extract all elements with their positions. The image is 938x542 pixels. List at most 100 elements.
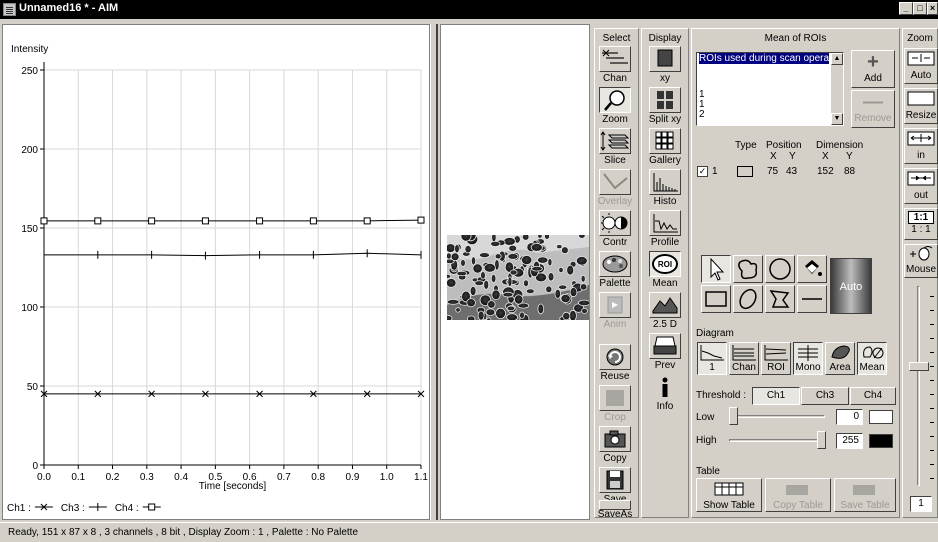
tool-split-xy-label: Split xy — [648, 114, 682, 125]
diagram-button-chan[interactable]: Chan — [729, 342, 759, 375]
maximize-button[interactable]: □ — [913, 2, 927, 15]
series-line-ch3 — [44, 252, 422, 257]
scroll-down-arrow-icon[interactable]: ▼ — [831, 113, 843, 125]
zoom-mouse-button[interactable]: Mouse — [904, 244, 938, 278]
diagram-button-roi[interactable]: ROI — [761, 342, 791, 375]
y-axis-label: Intensity — [11, 44, 48, 55]
roi-list-scrollbar[interactable]: ▲ ▼ — [831, 53, 843, 125]
x-tick-label: 0.9 — [346, 472, 360, 483]
tool-histo[interactable]: Histo — [647, 169, 683, 209]
remove-roi-button[interactable]: — Remove — [851, 90, 895, 128]
show-table-button[interactable]: Show Table — [696, 478, 762, 512]
zoom-value-field[interactable]: 1 — [910, 496, 932, 512]
scroll-up-arrow-icon[interactable]: ▲ — [831, 53, 843, 65]
fill-bucket-icon[interactable] — [797, 255, 827, 283]
channels-icon — [599, 46, 631, 72]
close-button[interactable]: × — [927, 2, 938, 15]
copy-table-label: Copy Table — [773, 500, 823, 511]
zoom-resize-button[interactable]: Resize — [904, 88, 938, 124]
zoom-in-label: in — [917, 150, 925, 161]
roi-list[interactable]: ROIs used during scan operati 1 1 2 ▲ ▼ — [696, 52, 844, 126]
threshold-tab-ch3[interactable]: Ch3 — [801, 387, 849, 405]
diagram-mean-icon — [863, 346, 884, 359]
high-slider-thumb[interactable] — [817, 431, 826, 449]
tool-gallery[interactable]: Gallery — [647, 128, 683, 168]
tool-crop-label: Crop — [604, 412, 626, 423]
diagram-button-mean[interactable]: Mean — [857, 342, 887, 375]
high-color-swatch[interactable] — [869, 434, 893, 448]
zoom-slider-tick — [930, 352, 934, 353]
tool-overlay[interactable]: Overlay — [597, 169, 633, 209]
tool-split-xy[interactable]: Split xy — [647, 87, 683, 127]
zoom-out-icon — [907, 171, 935, 186]
zoom-slider-tick — [930, 338, 934, 339]
roi-list-item[interactable]: 2 — [699, 109, 705, 120]
tool-2-5d[interactable]: 2.5 D — [647, 292, 683, 332]
status-text: Ready, 151 x 87 x 8 , 3 channels , 8 bit… — [8, 527, 358, 538]
diagram-button-mono[interactable]: Mono — [793, 342, 823, 375]
diagram-button-area[interactable]: Area — [825, 342, 855, 375]
tool-zoom[interactable]: Zoom — [597, 87, 633, 127]
tool-copy[interactable]: Copy — [597, 426, 633, 466]
tool-info-label: Info — [656, 401, 674, 412]
intensity-chart: 0501001502002500.0 0.1 0.2 0.3 0.4 0.5 0.6 0.7 0… — [7, 44, 428, 514]
save-table-button[interactable]: Save Table — [834, 478, 896, 512]
copy-table-icon — [786, 485, 808, 495]
tool-chan-label: Chan — [603, 73, 627, 84]
freehand-closed-icon[interactable] — [733, 255, 763, 283]
zoom-resize-label: Resize — [905, 110, 937, 121]
zoom-in-icon — [907, 131, 935, 146]
arrow-pointer-icon[interactable] — [701, 255, 731, 283]
roi-dim-y: 88 — [844, 166, 856, 177]
tool-chan[interactable]: Chan — [597, 46, 633, 86]
tool-info[interactable]: Info — [647, 374, 683, 414]
polygon-tool-icon[interactable] — [765, 285, 795, 313]
auto-roi-button[interactable]: Auto — [830, 258, 872, 314]
threshold-tab-ch4[interactable]: Ch4 — [850, 387, 896, 405]
info-icon — [649, 374, 681, 400]
high-value-field[interactable]: 255 — [836, 433, 863, 449]
rectangle-tool-icon[interactable] — [701, 285, 731, 313]
low-color-swatch[interactable] — [869, 410, 893, 424]
low-slider-thumb[interactable] — [729, 407, 738, 425]
zoom-1-1-button[interactable]: 1:1 1 : 1 — [904, 208, 938, 240]
roi-checkbox[interactable]: ✓ — [697, 166, 708, 177]
microscope-image[interactable] — [447, 235, 589, 320]
tool-contr[interactable]: Contr — [597, 210, 633, 250]
diagram-button-chan-label: Chan — [732, 362, 756, 373]
high-slider-track[interactable] — [729, 439, 825, 442]
zoom-slider-track[interactable] — [917, 286, 920, 486]
copy-table-button[interactable]: Copy Table — [765, 478, 831, 512]
tool-xy-label: xy — [660, 73, 670, 84]
tool-prev[interactable]: Prev — [647, 333, 683, 373]
zoom-auto-button[interactable]: Auto — [904, 48, 938, 84]
tool-mean[interactable]: ROI Mean — [647, 251, 683, 291]
zoom-out-button[interactable]: out — [904, 168, 938, 204]
tool-profile-label: Profile — [650, 237, 680, 248]
tool-slice[interactable]: Slice — [597, 128, 633, 168]
threshold-tab-ch1[interactable]: Ch1 — [752, 387, 800, 405]
diagram-button-1[interactable]: 1 — [697, 342, 727, 375]
tool-reuse-label: Reuse — [600, 371, 630, 382]
zoom-slider-thumb[interactable] — [909, 362, 929, 371]
tool-palette[interactable]: Palette — [597, 251, 633, 291]
add-roi-button[interactable]: + Add — [851, 50, 895, 88]
pane-splitter[interactable] — [430, 24, 438, 520]
minimize-button[interactable]: _ — [899, 2, 913, 15]
zoom-in-button[interactable]: in — [904, 128, 938, 164]
ellipse-tool-icon[interactable] — [733, 285, 763, 313]
line-tool-icon[interactable] — [797, 285, 827, 313]
tool-profile[interactable]: Profile — [647, 210, 683, 250]
low-slider-track[interactable] — [729, 415, 825, 418]
low-value-field[interactable]: 0 — [836, 409, 863, 425]
tool-reuse[interactable]: Reuse — [597, 344, 633, 384]
tool-anim[interactable]: Anim — [597, 292, 633, 332]
tool-saveas[interactable]: SaveAs — [597, 500, 633, 522]
tool-xy[interactable]: xy — [647, 46, 683, 86]
tool-histo-label: Histo — [653, 196, 677, 207]
circle-roi-icon[interactable] — [765, 255, 795, 283]
tool-crop[interactable]: Crop — [597, 385, 633, 425]
save-table-icon — [853, 485, 875, 495]
x-tick-label: 1.1 — [414, 472, 428, 483]
roi-list-item-selected[interactable]: ROIs used during scan operati — [699, 53, 829, 64]
